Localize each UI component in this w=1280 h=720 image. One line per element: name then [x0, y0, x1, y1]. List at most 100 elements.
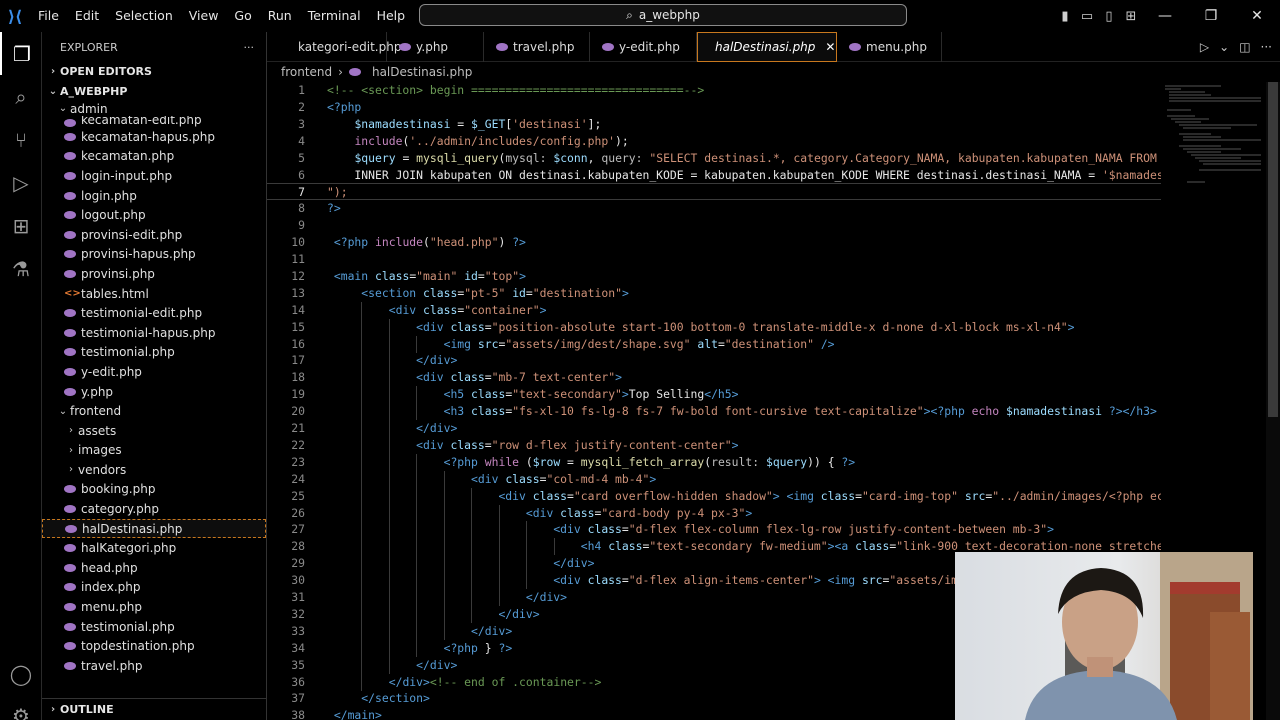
- code-line[interactable]: 27 <div class="d-flex flex-column flex-l…: [267, 521, 1161, 539]
- code-line[interactable]: 20 <h3 class="fs-xl-10 fs-lg-8 fs-7 fw-b…: [267, 403, 1161, 421]
- explorer-icon[interactable]: ❐: [0, 32, 42, 75]
- code-line[interactable]: 16 <img src="assets/img/dest/shape.svg" …: [267, 335, 1161, 353]
- code-line[interactable]: 19 <h5 class="text-secondary">Top Sellin…: [267, 386, 1161, 404]
- file-item[interactable]: topdestination.php: [42, 636, 266, 656]
- menu-file[interactable]: File: [30, 0, 67, 32]
- code-line[interactable]: 8 ?>: [267, 200, 1161, 217]
- breadcrumb-file[interactable]: halDestinasi.php: [372, 65, 472, 79]
- file-item[interactable]: testimonial-hapus.php: [42, 323, 266, 343]
- code-line[interactable]: 9: [267, 217, 1161, 234]
- code-line[interactable]: 10 <?php include("head.php") ?>: [267, 234, 1161, 251]
- code-line[interactable]: 14 <div class="container">: [267, 301, 1161, 319]
- run-debug-icon[interactable]: ▷: [0, 161, 42, 204]
- file-item[interactable]: kecamatan-hapus.php: [42, 127, 266, 147]
- account-icon[interactable]: ◯: [0, 652, 42, 695]
- file-item[interactable]: y.php: [42, 382, 266, 402]
- file-item[interactable]: provinsi-edit.php: [42, 225, 266, 245]
- folder-images[interactable]: › images: [42, 441, 266, 461]
- file-item[interactable]: kecamatan.php: [42, 147, 266, 167]
- code-line[interactable]: 21 </div>: [267, 420, 1161, 437]
- file-item[interactable]: testimonial-edit.php: [42, 303, 266, 323]
- menu-edit[interactable]: Edit: [67, 0, 107, 32]
- restore-button[interactable]: ❐: [1188, 0, 1234, 32]
- code-line[interactable]: 12 <main class="main" id="top">: [267, 268, 1161, 285]
- editor-scrollbar[interactable]: [1266, 82, 1280, 720]
- command-center-search[interactable]: ⌕ a_webphp: [419, 4, 907, 26]
- code-line[interactable]: 6 INNER JOIN kabupaten ON destinasi.kabu…: [267, 167, 1161, 184]
- frontend-folder[interactable]: ⌄ frontend: [42, 401, 266, 421]
- search-view-icon[interactable]: ⌕: [0, 75, 42, 118]
- code-line[interactable]: 7 ");: [267, 183, 1161, 201]
- file-item[interactable]: travel.php: [42, 656, 266, 676]
- code-line[interactable]: 5 $query = mysqli_query(mysql: $conn, qu…: [267, 150, 1161, 167]
- file-item[interactable]: testimonial.php: [42, 617, 266, 637]
- code-line[interactable]: 24 <div class="col-md-4 mb-4">: [267, 470, 1161, 488]
- more-actions-icon[interactable]: ···: [1261, 40, 1272, 54]
- tab-haldestinasi-php[interactable]: halDestinasi.php ✕: [697, 32, 837, 62]
- menu-run[interactable]: Run: [260, 0, 300, 32]
- file-item[interactable]: provinsi-hapus.php: [42, 245, 266, 265]
- menu-terminal[interactable]: Terminal: [300, 0, 369, 32]
- run-file-icon[interactable]: ▷: [1200, 40, 1209, 54]
- tab-menu-php[interactable]: menu.php: [837, 32, 942, 62]
- minimize-button[interactable]: —: [1142, 0, 1188, 32]
- code-line[interactable]: 23 <?php while ($row = mysqli_fetch_arra…: [267, 453, 1161, 471]
- toggle-secondary-sidebar-icon[interactable]: ▯: [1098, 0, 1120, 32]
- file-item[interactable]: menu.php: [42, 597, 266, 617]
- split-editor-icon[interactable]: ◫: [1239, 40, 1250, 54]
- settings-gear-icon[interactable]: ⚙: [0, 694, 42, 720]
- code-line[interactable]: 13 <section class="pt-5" id="destination…: [267, 285, 1161, 302]
- scrollbar-thumb[interactable]: [1268, 82, 1278, 417]
- file-item[interactable]: logout.php: [42, 205, 266, 225]
- chevron-down-icon[interactable]: ⌄: [1219, 40, 1229, 54]
- workspace-root[interactable]: ⌄ A_WEBPHP: [42, 81, 266, 101]
- file-item[interactable]: provinsi.php: [42, 264, 266, 284]
- breadcrumb-folder[interactable]: frontend: [281, 65, 332, 79]
- close-tab-icon[interactable]: ✕: [825, 40, 835, 54]
- code-line[interactable]: 22 <div class="row d-flex justify-conten…: [267, 436, 1161, 454]
- code-line[interactable]: 18 <div class="mb-7 text-center">: [267, 369, 1161, 387]
- code-line[interactable]: 1 <!-- <section> begin ==================…: [267, 82, 1161, 99]
- more-actions-icon[interactable]: ···: [244, 41, 255, 54]
- code-line[interactable]: 2 <?php: [267, 99, 1161, 116]
- toggle-sidebar-icon[interactable]: ▮: [1054, 0, 1076, 32]
- menu-view[interactable]: View: [181, 0, 227, 32]
- outline-section[interactable]: › OUTLINE: [42, 698, 266, 720]
- file-item[interactable]: login-input.php: [42, 166, 266, 186]
- file-item[interactable]: category.php: [42, 499, 266, 519]
- code-line[interactable]: 26 <div class="card-body py-4 px-3">: [267, 504, 1161, 522]
- admin-folder[interactable]: ⌄ admin: [42, 101, 266, 116]
- folder-assets[interactable]: › assets: [42, 421, 266, 441]
- tab-kategori-edit-php[interactable]: kategori-edit.php: [267, 32, 401, 62]
- testing-flask-icon[interactable]: ⚗: [0, 247, 42, 290]
- file-item[interactable]: booking.php: [42, 480, 266, 500]
- file-item[interactable]: index.php: [42, 578, 266, 598]
- code-line[interactable]: 3 $namadestinasi = $_GET['destinasi'];: [267, 116, 1161, 133]
- tab-y-edit-php[interactable]: y-edit.php: [590, 32, 697, 62]
- menu-go[interactable]: Go: [226, 0, 259, 32]
- file-item[interactable]: head.php: [42, 558, 266, 578]
- file-item[interactable]: kecamatan-edit.php: [42, 116, 266, 127]
- code-line[interactable]: 25 <div class="card overflow-hidden shad…: [267, 487, 1161, 505]
- file-item[interactable]: testimonial.php: [42, 343, 266, 363]
- code-line[interactable]: 4 include('../admin/includes/config.php'…: [267, 133, 1161, 150]
- file-item[interactable]: <> tables.html: [42, 284, 266, 304]
- file-item[interactable]: halKategori.php: [42, 538, 266, 558]
- menu-help[interactable]: Help: [369, 0, 414, 32]
- folder-vendors[interactable]: › vendors: [42, 460, 266, 480]
- close-window-button[interactable]: ✕: [1234, 0, 1280, 32]
- toggle-panel-icon[interactable]: ▭: [1076, 0, 1098, 32]
- file-item[interactable]: login.php: [42, 186, 266, 206]
- tab-travel-php[interactable]: travel.php: [484, 32, 590, 62]
- source-control-icon[interactable]: ⑂: [0, 118, 42, 161]
- menu-selection[interactable]: Selection: [107, 0, 181, 32]
- file-item[interactable]: y-edit.php: [42, 362, 266, 382]
- customize-layout-icon[interactable]: ⊞: [1120, 0, 1142, 32]
- file-item[interactable]: halDestinasi.php: [42, 518, 266, 539]
- code-line[interactable]: 17 </div>: [267, 352, 1161, 370]
- extensions-icon[interactable]: ⊞: [0, 204, 42, 247]
- open-editors-section[interactable]: › OPEN EDITORS: [42, 62, 266, 81]
- tab-y-php[interactable]: y.php: [387, 32, 484, 62]
- code-line[interactable]: 15 <div class="position-absolute start-1…: [267, 318, 1161, 336]
- code-line[interactable]: 11: [267, 251, 1161, 268]
